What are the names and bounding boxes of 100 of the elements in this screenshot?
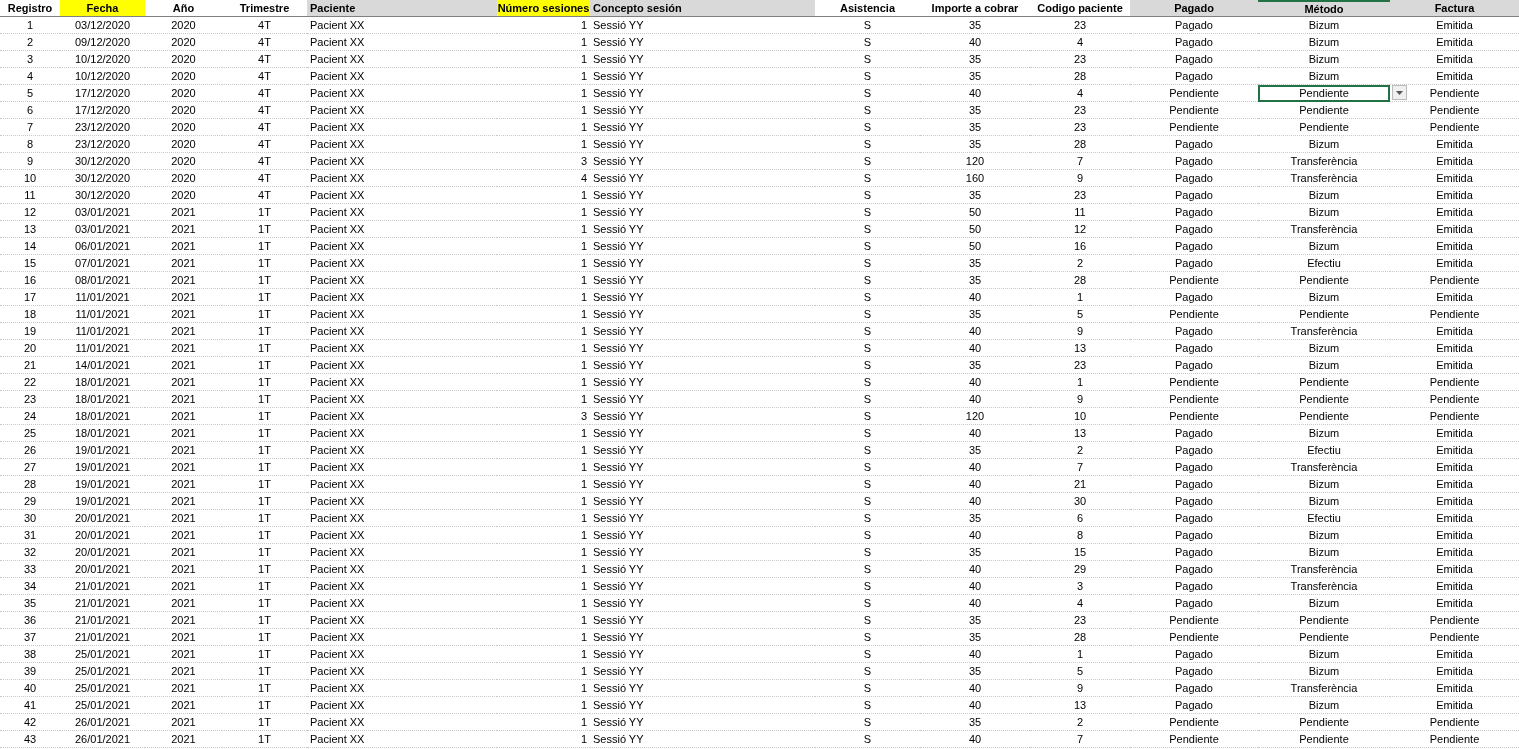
- table-cell[interactable]: Sessió YY: [590, 153, 815, 170]
- table-cell[interactable]: 1: [497, 646, 590, 663]
- table-cell[interactable]: Pacient XX: [307, 646, 497, 663]
- table-cell[interactable]: 35: [920, 663, 1030, 680]
- table-cell[interactable]: Pendiente: [1258, 612, 1390, 629]
- table-cell[interactable]: Pendiente: [1390, 408, 1519, 425]
- table-cell[interactable]: Pagado: [1130, 561, 1258, 578]
- table-cell[interactable]: Pagado: [1130, 323, 1258, 340]
- table-cell[interactable]: S: [815, 323, 920, 340]
- table-cell[interactable]: 28: [0, 476, 60, 493]
- table-cell[interactable]: 40: [920, 697, 1030, 714]
- table-cell[interactable]: 2021: [145, 204, 222, 221]
- table-cell[interactable]: 2021: [145, 306, 222, 323]
- table-cell[interactable]: S: [815, 187, 920, 204]
- table-cell[interactable]: 4T: [222, 136, 307, 153]
- table-cell[interactable]: Pacient XX: [307, 170, 497, 187]
- table-cell[interactable]: Pacient XX: [307, 391, 497, 408]
- table-cell[interactable]: 2021: [145, 578, 222, 595]
- table-cell[interactable]: Pagado: [1130, 476, 1258, 493]
- table-cell[interactable]: Pagado: [1130, 578, 1258, 595]
- table-cell[interactable]: 1T: [222, 459, 307, 476]
- table-cell[interactable]: 37: [0, 629, 60, 646]
- table-cell[interactable]: Pendiente: [1258, 306, 1390, 323]
- table-cell[interactable]: 7: [1030, 459, 1130, 476]
- table-cell[interactable]: 2020: [145, 34, 222, 51]
- table-cell[interactable]: Pagado: [1130, 204, 1258, 221]
- table-cell[interactable]: 4T: [222, 187, 307, 204]
- table-cell[interactable]: Bizum: [1258, 493, 1390, 510]
- table-cell[interactable]: 5: [1030, 663, 1130, 680]
- table-cell[interactable]: Pacient XX: [307, 51, 497, 68]
- table-cell[interactable]: Emitida: [1390, 493, 1519, 510]
- table-cell[interactable]: Sessió YY: [590, 578, 815, 595]
- table-cell[interactable]: Pendiente: [1258, 85, 1390, 102]
- table-cell[interactable]: Bizum: [1258, 544, 1390, 561]
- table-cell[interactable]: 1T: [222, 255, 307, 272]
- table-cell[interactable]: Pendiente: [1390, 272, 1519, 289]
- table-cell[interactable]: 35: [920, 714, 1030, 731]
- table-cell[interactable]: 1: [497, 629, 590, 646]
- table-cell[interactable]: 30/12/2020: [60, 187, 145, 204]
- table-cell[interactable]: Emitida: [1390, 357, 1519, 374]
- table-cell[interactable]: S: [815, 527, 920, 544]
- table-cell[interactable]: 26: [0, 442, 60, 459]
- table-cell[interactable]: 2021: [145, 323, 222, 340]
- table-cell[interactable]: S: [815, 357, 920, 374]
- table-cell[interactable]: 2021: [145, 272, 222, 289]
- table-cell[interactable]: 4T: [222, 170, 307, 187]
- table-cell[interactable]: 4: [0, 68, 60, 85]
- table-cell[interactable]: 35: [920, 544, 1030, 561]
- table-cell[interactable]: 1T: [222, 714, 307, 731]
- table-cell[interactable]: 50: [920, 221, 1030, 238]
- table-cell[interactable]: 1T: [222, 408, 307, 425]
- table-cell[interactable]: 1: [497, 323, 590, 340]
- table-cell[interactable]: Sessió YY: [590, 544, 815, 561]
- table-cell[interactable]: 1T: [222, 221, 307, 238]
- table-cell[interactable]: 2021: [145, 289, 222, 306]
- table-cell[interactable]: 17/12/2020: [60, 102, 145, 119]
- table-cell[interactable]: Pacient XX: [307, 595, 497, 612]
- table-cell[interactable]: Transferència: [1258, 170, 1390, 187]
- table-cell[interactable]: Sessió YY: [590, 272, 815, 289]
- table-cell[interactable]: 1: [497, 442, 590, 459]
- table-cell[interactable]: 1: [497, 204, 590, 221]
- table-cell[interactable]: Pagado: [1130, 646, 1258, 663]
- table-cell[interactable]: Emitida: [1390, 680, 1519, 697]
- table-cell[interactable]: Sessió YY: [590, 680, 815, 697]
- table-cell[interactable]: 25/01/2021: [60, 680, 145, 697]
- table-cell[interactable]: 9: [1030, 323, 1130, 340]
- table-cell[interactable]: 5: [1030, 306, 1130, 323]
- table-cell[interactable]: Emitida: [1390, 544, 1519, 561]
- table-cell[interactable]: 17/12/2020: [60, 85, 145, 102]
- table-cell[interactable]: Efectiu: [1258, 510, 1390, 527]
- table-cell[interactable]: 1: [497, 357, 590, 374]
- table-cell[interactable]: 2021: [145, 595, 222, 612]
- table-cell[interactable]: 19/01/2021: [60, 459, 145, 476]
- table-cell[interactable]: 13: [1030, 697, 1130, 714]
- table-cell[interactable]: 11: [0, 187, 60, 204]
- table-cell[interactable]: 16: [0, 272, 60, 289]
- table-cell[interactable]: 1T: [222, 731, 307, 748]
- table-cell[interactable]: 1T: [222, 323, 307, 340]
- table-cell[interactable]: 1T: [222, 612, 307, 629]
- table-cell[interactable]: 2020: [145, 170, 222, 187]
- table-cell[interactable]: 3: [1030, 578, 1130, 595]
- table-cell[interactable]: 40: [920, 561, 1030, 578]
- table-cell[interactable]: 39: [0, 663, 60, 680]
- table-cell[interactable]: 10/12/2020: [60, 51, 145, 68]
- table-cell[interactable]: 2021: [145, 255, 222, 272]
- table-cell[interactable]: S: [815, 238, 920, 255]
- table-cell[interactable]: S: [815, 68, 920, 85]
- table-cell[interactable]: 40: [920, 34, 1030, 51]
- table-cell[interactable]: 1T: [222, 306, 307, 323]
- table-cell[interactable]: 1T: [222, 204, 307, 221]
- table-cell[interactable]: 11: [1030, 204, 1130, 221]
- table-cell[interactable]: Pagado: [1130, 153, 1258, 170]
- table-cell[interactable]: 2021: [145, 408, 222, 425]
- table-cell[interactable]: 1: [497, 561, 590, 578]
- table-cell[interactable]: Emitida: [1390, 476, 1519, 493]
- table-cell[interactable]: 35: [920, 442, 1030, 459]
- table-cell[interactable]: Sessió YY: [590, 646, 815, 663]
- table-cell[interactable]: 25/01/2021: [60, 697, 145, 714]
- table-cell[interactable]: 18/01/2021: [60, 374, 145, 391]
- table-cell[interactable]: Pendiente: [1130, 85, 1258, 102]
